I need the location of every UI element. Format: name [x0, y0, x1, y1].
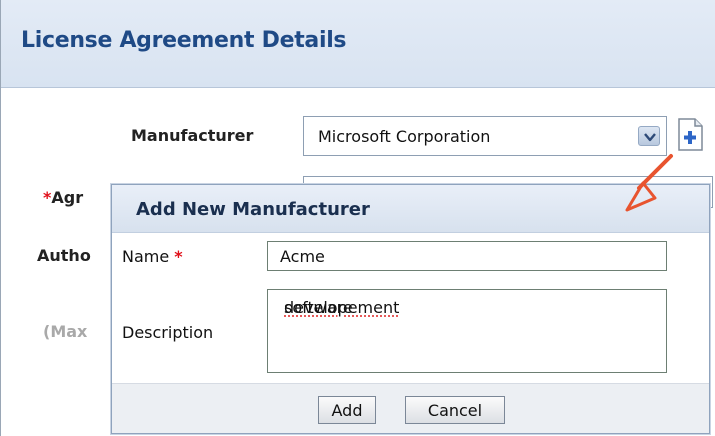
add-document-icon[interactable] [673, 114, 707, 154]
name-input-value: Acme [280, 247, 325, 266]
dialog-footer: Add Cancel [112, 383, 709, 433]
name-required-marker: * [174, 247, 182, 266]
dialog-title: Add New Manufacturer [136, 199, 370, 220]
description-label: Description [122, 323, 213, 342]
manufacturer-select[interactable]: Microsoft Corporation [303, 116, 667, 156]
panel-header: License Agreement Details [1, 0, 715, 88]
manufacturer-label: Manufacturer [131, 126, 253, 145]
cancel-button[interactable]: Cancel [405, 396, 505, 424]
max-hint-label: (Max [43, 322, 87, 341]
chevron-down-icon[interactable] [638, 126, 660, 146]
page-title: License Agreement Details [21, 28, 346, 53]
name-label: Name * [122, 247, 183, 266]
authorized-label: Autho [37, 246, 91, 265]
manufacturer-selected-value: Microsoft Corporation [318, 127, 490, 146]
license-agreement-panel: License Agreement Details Manufacturer M… [0, 0, 715, 436]
agreement-label: *Agr [43, 188, 83, 207]
red-arrow-icon [601, 152, 681, 222]
misspelled-word: developement [284, 298, 399, 317]
name-input[interactable]: Acme [267, 241, 667, 271]
description-textarea[interactable]: software developement [267, 289, 667, 373]
add-button[interactable]: Add [318, 396, 376, 424]
